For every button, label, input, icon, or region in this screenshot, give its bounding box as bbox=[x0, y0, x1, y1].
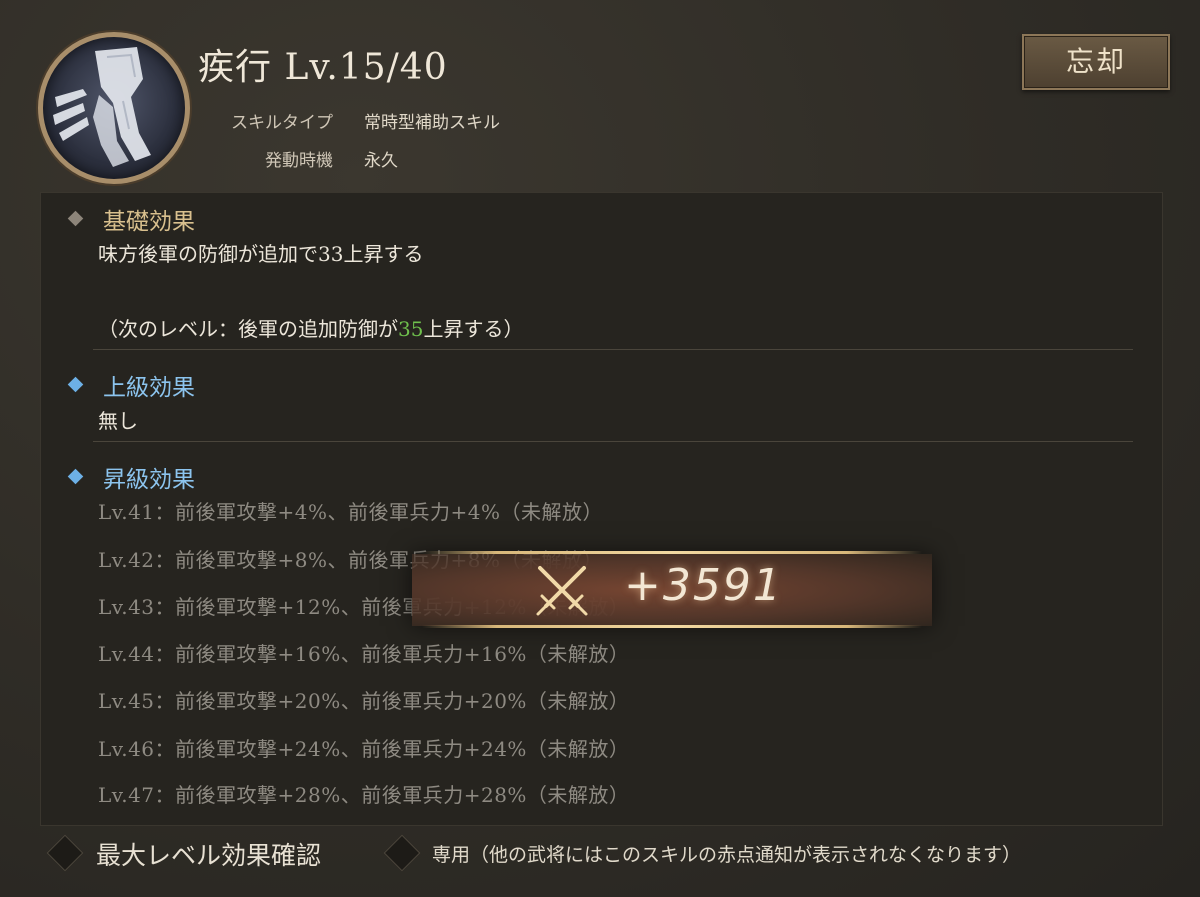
skill-type-value: 常時型補助スキル bbox=[364, 113, 500, 133]
divider bbox=[93, 349, 1133, 350]
skill-title: 疾行 Lv.15/40 bbox=[198, 47, 448, 88]
max-level-checkbox[interactable] bbox=[46, 834, 84, 872]
max-level-check-label[interactable]: 最大レベル効果確認 bbox=[96, 836, 321, 872]
skill-effects-panel[interactable]: 基礎効果 味方後軍の防御が追加で33上昇する （次のレベル：後軍の追加防御が35… bbox=[40, 192, 1163, 826]
upgrade-row: Lv.41：前後軍攻撃+4%、前後軍兵力+4%（未解放） bbox=[98, 500, 603, 524]
skill-icon bbox=[38, 32, 190, 184]
next-level-prefix: （次のレベル：後軍の追加防御が bbox=[98, 317, 398, 341]
divider bbox=[93, 441, 1133, 442]
advanced-effect-text: 無し bbox=[98, 409, 138, 433]
exclusive-note-label[interactable]: 専用（他の武将にはこのスキルの赤点通知が表示されなくなります） bbox=[432, 840, 1021, 867]
basic-effect-heading: 基礎効果 bbox=[103, 209, 195, 235]
skill-detail-panel: 疾行 Lv.15/40 スキルタイプ 常時型補助スキル 発動時機 永久 忘却 基… bbox=[0, 0, 1200, 897]
power-change-value: +3591 bbox=[624, 560, 783, 611]
forget-button[interactable]: 忘却 bbox=[1022, 34, 1170, 90]
advanced-effect-diamond-icon bbox=[67, 376, 84, 393]
upgrade-effect-heading: 昇級効果 bbox=[103, 467, 195, 493]
upgrade-row: Lv.44：前後軍攻撃+16%、前後軍兵力+16%（未解放） bbox=[98, 642, 630, 666]
upgrade-row: Lv.46：前後軍攻撃+24%、前後軍兵力+24%（未解放） bbox=[98, 737, 630, 761]
trigger-value: 永久 bbox=[364, 151, 398, 171]
next-level-value: 35 bbox=[398, 317, 424, 341]
next-level-text: （次のレベル：後軍の追加防御が35上昇する） bbox=[98, 313, 523, 342]
skill-type-label: スキルタイプ bbox=[231, 113, 333, 133]
running-legs-icon bbox=[53, 47, 151, 167]
crossed-swords-icon bbox=[536, 566, 588, 616]
upgrade-row: Lv.47：前後軍攻撃+28%、前後軍兵力+28%（未解放） bbox=[98, 783, 630, 807]
next-level-suffix: 上昇する） bbox=[423, 317, 524, 341]
basic-effect-text: 味方後軍の防御が追加で33上昇する bbox=[98, 242, 424, 266]
upgrade-row: Lv.45：前後軍攻撃+20%、前後軍兵力+20%（未解放） bbox=[98, 689, 630, 713]
trigger-label: 発動時機 bbox=[265, 151, 333, 171]
advanced-effect-heading: 上級効果 bbox=[103, 375, 195, 401]
exclusive-checkbox[interactable] bbox=[383, 834, 421, 872]
popup-trim-top bbox=[422, 551, 922, 554]
popup-trim-bottom bbox=[422, 625, 922, 628]
basic-effect-diamond-icon bbox=[67, 210, 84, 227]
power-change-popup: +3591 bbox=[412, 548, 932, 632]
upgrade-effect-diamond-icon bbox=[67, 468, 84, 485]
